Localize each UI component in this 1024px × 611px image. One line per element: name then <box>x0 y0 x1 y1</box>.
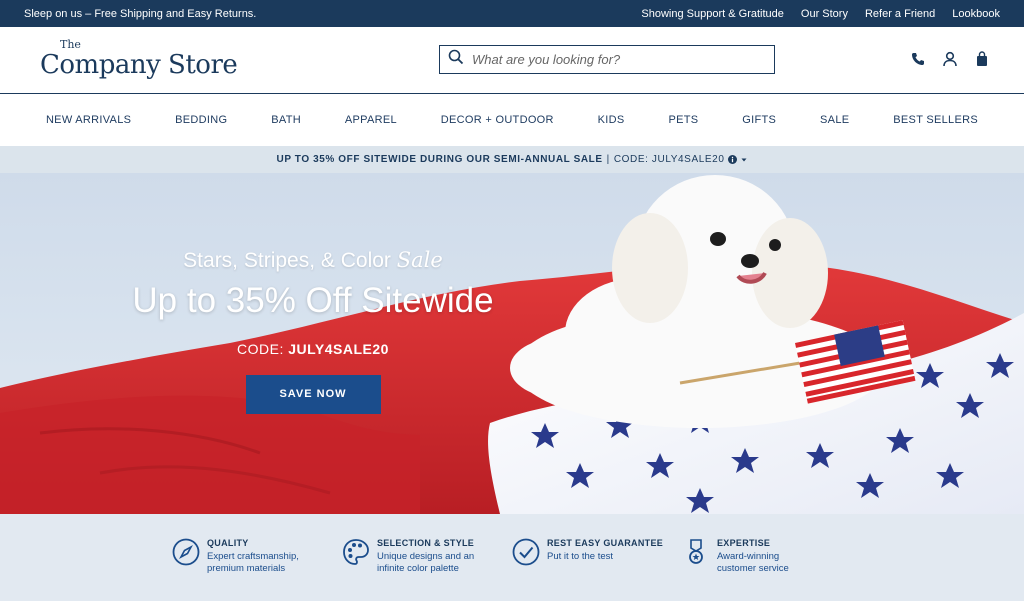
main-nav: NEW ARRIVALS BEDDING BATH APPAREL DECOR … <box>0 94 1024 146</box>
feature-desc: Award-winning customer service <box>717 551 789 575</box>
promo-code: CODE: JULY4SALE20 <box>613 154 725 165</box>
promo-text: UP TO 35% OFF SITEWIDE DURING OUR SEMI-A… <box>276 154 603 165</box>
nav-sale[interactable]: SALE <box>820 114 849 126</box>
hero-code: CODE: JULY4SALE20 <box>98 341 528 357</box>
hero-title: Up to 35% Off Sitewide <box>132 281 494 320</box>
nav-new-arrivals[interactable]: NEW ARRIVALS <box>46 114 131 126</box>
features-bar: QUALITY Expert craftsmanship, premium ma… <box>0 514 1024 601</box>
header-icons <box>910 51 990 67</box>
feature-title: REST EASY GUARANTEE <box>547 538 664 548</box>
search-box[interactable] <box>439 45 775 74</box>
info-icon[interactable] <box>728 155 738 164</box>
feature-quality-text: QUALITY Expert craftsmanship, premium ma… <box>207 538 299 601</box>
feature-desc-line: customer service <box>717 563 789 574</box>
search-icon[interactable] <box>448 49 464 70</box>
feature-expertise: EXPERTISE Award-winning customer service <box>682 538 852 601</box>
hero-subtitle-main: Stars, Stripes, & Color <box>183 249 391 272</box>
nav-apparel[interactable]: APPAREL <box>345 114 397 126</box>
feature-title: QUALITY <box>207 538 249 548</box>
bag-icon[interactable] <box>974 51 990 67</box>
hero-banner: Stars, Stripes, & Color Sale Up to 35% O… <box>0 173 1024 514</box>
nav-bath[interactable]: BATH <box>271 114 301 126</box>
hero-code-label: CODE: <box>237 341 284 357</box>
feature-desc-line: Award-winning <box>717 551 780 562</box>
feature-expertise-text: EXPERTISE Award-winning customer service <box>717 538 789 601</box>
site-header: The Company Store <box>0 27 1024 94</box>
feature-desc: Put it to the test <box>547 551 663 563</box>
feature-rest-easy: REST EASY GUARANTEE Put it to the test <box>512 538 682 601</box>
hero-subtitle: Stars, Stripes, & Color Sale <box>98 248 528 273</box>
feature-selection-text: SELECTION & STYLE Unique designs and an … <box>377 538 474 601</box>
feature-desc-line: Unique designs and an <box>377 551 475 562</box>
nav-bedding[interactable]: BEDDING <box>175 114 227 126</box>
account-icon[interactable] <box>942 51 958 67</box>
feature-desc: Unique designs and an infinite color pal… <box>377 551 474 575</box>
feature-desc-line: premium materials <box>207 563 286 574</box>
medal-icon <box>682 538 710 566</box>
compass-icon <box>172 538 200 566</box>
top-bar: Sleep on us – Free Shipping and Easy Ret… <box>0 0 1024 27</box>
link-our-story[interactable]: Our Story <box>801 8 848 20</box>
nav-pets[interactable]: PETS <box>668 114 698 126</box>
promo-separator: | <box>606 154 610 165</box>
top-links: Showing Support & Gratitude Our Story Re… <box>641 8 1000 20</box>
checkmark-icon <box>512 538 540 566</box>
save-now-button[interactable]: SAVE NOW <box>245 375 381 414</box>
link-lookbook[interactable]: Lookbook <box>952 8 1000 20</box>
palette-icon <box>342 538 370 566</box>
feature-title: EXPERTISE <box>717 538 771 548</box>
feature-rest-easy-text: REST EASY GUARANTEE Put it to the test <box>547 538 663 601</box>
company-store-logo[interactable]: The Company Store <box>40 38 238 80</box>
nav-decor-outdoor[interactable]: DECOR + OUTDOOR <box>441 114 554 126</box>
logo-name: Company Store <box>40 50 238 80</box>
feature-selection-style: SELECTION & STYLE Unique designs and an … <box>342 538 512 601</box>
feature-desc-line: Expert craftsmanship, <box>207 551 299 562</box>
hero-subtitle-italic: Sale <box>396 248 443 272</box>
nav-kids[interactable]: KIDS <box>598 114 625 126</box>
feature-desc: Expert craftsmanship, premium materials <box>207 551 299 575</box>
nav-gifts[interactable]: GIFTS <box>742 114 776 126</box>
caret-down-icon[interactable] <box>741 157 747 163</box>
hero-text: Stars, Stripes, & Color Sale Up to 35% O… <box>98 248 528 414</box>
feature-desc-line: infinite color palette <box>377 563 459 574</box>
feature-quality: QUALITY Expert craftsmanship, premium ma… <box>172 538 342 601</box>
link-refer-friend[interactable]: Refer a Friend <box>865 8 935 20</box>
footer-strip <box>0 601 1024 611</box>
hero-code-value: JULY4SALE20 <box>288 341 389 357</box>
shipping-promo: Sleep on us – Free Shipping and Easy Ret… <box>24 7 257 20</box>
feature-title: SELECTION & STYLE <box>377 538 475 548</box>
search-input[interactable] <box>472 52 752 67</box>
link-showing-support[interactable]: Showing Support & Gratitude <box>641 8 783 20</box>
feature-desc-line: Put it to the test <box>547 551 614 562</box>
phone-icon[interactable] <box>910 51 926 67</box>
nav-best-sellers[interactable]: BEST SELLERS <box>893 114 978 126</box>
promo-bar[interactable]: UP TO 35% OFF SITEWIDE DURING OUR SEMI-A… <box>0 146 1024 173</box>
